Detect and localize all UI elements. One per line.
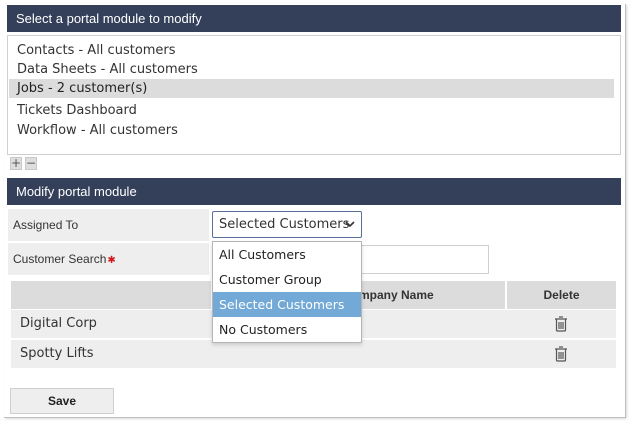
company-name-cell: Spotty Lifts (20, 346, 94, 361)
module-listbox[interactable]: Contacts - All customers Data Sheets - A… (7, 35, 621, 155)
assigned-to-value: Selected Customers (219, 217, 350, 232)
trash-icon[interactable] (554, 316, 568, 332)
trash-icon[interactable] (554, 346, 568, 362)
save-button[interactable]: Save (10, 388, 114, 414)
module-item-data-sheets[interactable]: Data Sheets - All customers (9, 60, 614, 79)
required-icon: ✱ (107, 255, 116, 266)
option-selected-customers[interactable]: Selected Customers (213, 292, 361, 317)
table-row: Spotty Lifts (11, 340, 616, 368)
customer-search-label: Customer Search (13, 252, 107, 266)
table-header-blank (11, 281, 211, 309)
add-module-button[interactable]: + (10, 157, 22, 170)
table-header-delete: Delete (507, 281, 616, 309)
module-item-tickets-dashboard[interactable]: Tickets Dashboard (9, 101, 614, 120)
option-no-customers[interactable]: No Customers (213, 317, 361, 342)
assigned-to-dropdown: All Customers Customer Group Selected Cu… (212, 241, 362, 343)
assigned-to-select[interactable]: Selected Customers (212, 211, 362, 238)
assigned-to-label: Assigned To (8, 209, 209, 241)
module-item-jobs[interactable]: Jobs - 2 customer(s) (9, 79, 614, 98)
module-list-header: Select a portal module to modify (7, 5, 621, 32)
module-item-workflow[interactable]: Workflow - All customers (9, 121, 614, 140)
option-customer-group[interactable]: Customer Group (213, 267, 361, 292)
remove-module-button[interactable]: − (25, 157, 37, 170)
option-all-customers[interactable]: All Customers (213, 242, 361, 267)
modify-module-header: Modify portal module (7, 178, 621, 205)
customer-search-label-cell: Customer Search✱ (8, 243, 209, 275)
module-item-contacts[interactable]: Contacts - All customers (9, 41, 614, 60)
